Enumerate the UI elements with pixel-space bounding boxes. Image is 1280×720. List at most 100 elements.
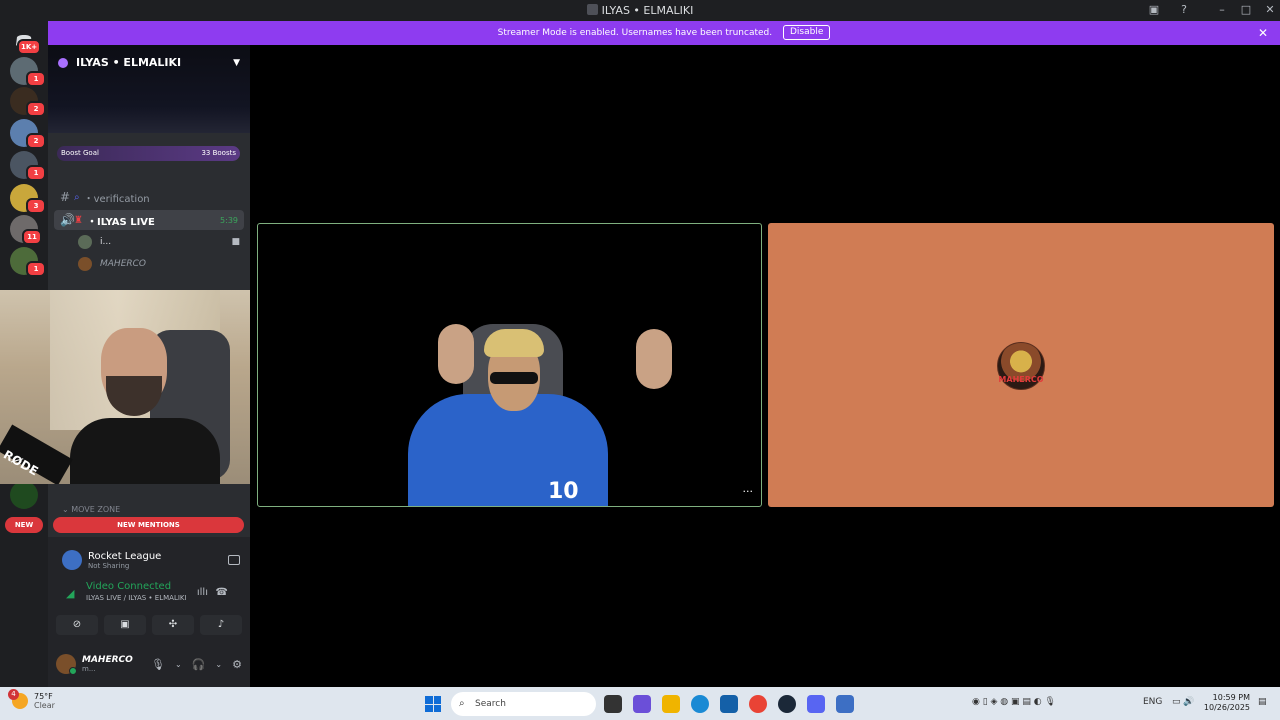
- new-pill[interactable]: NEW: [5, 517, 43, 533]
- video-tile-ilyas[interactable]: 10 ···: [257, 223, 762, 507]
- windows-taskbar: 4 75°F Clear ⌕ Search ◉ ▯ ◈ ◍ ▣ ▤ ◐ 🎙 EN…: [0, 687, 1280, 720]
- search-label: Search: [475, 699, 506, 709]
- facecam-overlay: RØDE: [0, 290, 264, 484]
- channel-verification[interactable]: # ⌕ ・verification: [54, 187, 244, 207]
- file-explorer-icon[interactable]: [662, 695, 680, 713]
- discord-icon[interactable]: [807, 695, 825, 713]
- streamer-hair: [484, 329, 544, 357]
- taskbar-clock[interactable]: 10:59 PM 10/26/2025: [1204, 693, 1250, 713]
- jersey-number: 10: [548, 479, 579, 504]
- user-panel: Rocket League Not Sharing ◢ Video Connec…: [48, 537, 250, 687]
- voice-location: ILYAS LIVE / ILYAS • ELMALIKI: [86, 594, 187, 602]
- network-volume-icons[interactable]: ▭ 🔊: [1172, 697, 1195, 707]
- minimize-button[interactable]: –: [1214, 3, 1230, 17]
- noise-suppression-icon[interactable]: ıllı: [197, 587, 208, 598]
- voice-connection: ◢ Video Connected ILYAS LIVE / ILYAS • E…: [62, 581, 240, 611]
- window-title: ILYAS • ELMALIKI: [0, 4, 1280, 17]
- more-options-icon[interactable]: ···: [743, 485, 754, 498]
- maximize-button[interactable]: □: [1238, 3, 1254, 17]
- game-title: Rocket League: [88, 550, 162, 562]
- activities-button[interactable]: ✣: [152, 615, 194, 635]
- store-icon[interactable]: [720, 695, 738, 713]
- help-icon[interactable]: ?: [1176, 3, 1192, 17]
- close-banner-icon[interactable]: ✕: [1258, 21, 1268, 45]
- server-header[interactable]: ILYAS • ELMALIKI ▼: [58, 56, 240, 69]
- chevron-down-icon: ▼: [233, 57, 240, 68]
- streamer-mode-text: Streamer Mode is enabled. Usernames have…: [497, 28, 773, 38]
- live-icon: ♜: [74, 214, 83, 226]
- soundboard-button[interactable]: ♪: [200, 615, 242, 635]
- server-name: ILYAS • ELMALIKI: [76, 56, 182, 69]
- camera-off-button[interactable]: ⊘: [56, 615, 98, 635]
- weather-badge: 4: [8, 689, 19, 700]
- tray-icons[interactable]: ◉ ▯ ◈ ◍ ▣ ▤ ◐ 🎙: [972, 697, 1056, 707]
- avatar-name: MAHERCO: [998, 375, 1044, 384]
- boost-goal-label: Boost Goal: [61, 149, 99, 157]
- boost-goal-bar[interactable]: Boost Goal 33 Boosts: [57, 146, 240, 161]
- chevron-down-icon[interactable]: ⌄: [175, 660, 182, 669]
- raised-hand: [438, 324, 474, 384]
- server-badge: 2: [26, 101, 46, 117]
- category-label: MOVE ZONE: [71, 505, 121, 514]
- speaker-icon: 🔊: [60, 213, 75, 227]
- taskbar-search[interactable]: ⌕ Search: [451, 692, 596, 716]
- server-badge: 3: [26, 198, 46, 214]
- server-badge: 2: [26, 133, 46, 149]
- search-icon: ⌕: [74, 191, 80, 203]
- server-boost-icon: [58, 57, 68, 68]
- boost-count: 33 Boosts: [201, 149, 236, 157]
- server-banner: ILYAS • ELMALIKI ▼: [48, 45, 250, 133]
- server-badge: 1: [26, 71, 46, 87]
- disable-streamer-button[interactable]: Disable: [782, 25, 831, 40]
- share-screen-icon[interactable]: [228, 555, 240, 565]
- voice-timer: 5:39: [220, 215, 238, 225]
- member-name: i...: [100, 237, 112, 247]
- disconnect-icon[interactable]: ☎: [216, 587, 228, 598]
- rocket-league-icon[interactable]: [836, 695, 854, 713]
- streamer-shirt: [70, 418, 220, 484]
- time: 10:59 PM: [1212, 693, 1250, 702]
- rocket-league-icon: [62, 550, 82, 570]
- member-name: MAHERCO: [100, 259, 146, 269]
- edge-icon[interactable]: [691, 695, 709, 713]
- server-icon: [586, 4, 598, 15]
- voice-action-row: ⊘ ▣ ✣ ♪: [56, 615, 242, 635]
- chrome-icon[interactable]: [749, 695, 767, 713]
- sunglasses: [490, 372, 538, 384]
- streamer-mode-banner: Streamer Mode is enabled. Usernames have…: [48, 21, 1280, 45]
- search-icon: ⌕: [459, 698, 465, 709]
- gear-icon[interactable]: ⚙: [232, 658, 242, 671]
- steam-icon[interactable]: [778, 695, 796, 713]
- username: MAHERCO: [82, 655, 133, 665]
- channel-label: ・verification: [83, 193, 150, 205]
- widgets-icon[interactable]: [633, 695, 651, 713]
- notification-icon[interactable]: ▤: [1258, 697, 1267, 707]
- channel-ilyas-live[interactable]: 🔊 ♜ ・ILYAS LIVE 5:39: [54, 210, 244, 230]
- voice-member[interactable]: i... ■: [78, 232, 240, 252]
- camera-icon: ■: [231, 237, 240, 247]
- windows-start-icon[interactable]: [425, 696, 441, 712]
- language-indicator[interactable]: ENG: [1143, 697, 1162, 707]
- activity-row[interactable]: Rocket League Not Sharing: [62, 545, 240, 575]
- raised-hand: [636, 329, 672, 389]
- voice-member[interactable]: MAHERCO: [78, 254, 240, 274]
- headphones-icon[interactable]: 🎧: [192, 658, 206, 671]
- screen-share-icon[interactable]: ▣: [1146, 3, 1162, 17]
- close-window-button[interactable]: ✕: [1262, 3, 1278, 17]
- task-view-icon[interactable]: [604, 695, 622, 713]
- chevron-down-icon[interactable]: ⌄: [215, 660, 222, 669]
- weather-widget[interactable]: 4 75°F Clear: [8, 689, 55, 710]
- avatar[interactable]: [56, 654, 77, 675]
- avatar: [78, 257, 92, 271]
- current-user: MAHERCO m... 🎙 ⌄ 🎧 ⌄ ⚙: [56, 649, 242, 679]
- home-badge: 1K+: [17, 39, 42, 55]
- server-icon[interactable]: [10, 481, 38, 509]
- new-mentions-bar[interactable]: NEW MENTIONS: [53, 517, 244, 533]
- microphone-icon[interactable]: 🎙: [151, 658, 165, 671]
- hash-icon: #: [60, 190, 71, 204]
- category-move-zone[interactable]: ⌄ MOVE ZONE: [48, 505, 250, 514]
- voice-status[interactable]: Video Connected: [62, 581, 240, 592]
- screen-share-button[interactable]: ▣: [104, 615, 146, 635]
- video-tile-maherco[interactable]: MAHERCO: [768, 223, 1274, 507]
- server-badge: 1: [26, 165, 46, 181]
